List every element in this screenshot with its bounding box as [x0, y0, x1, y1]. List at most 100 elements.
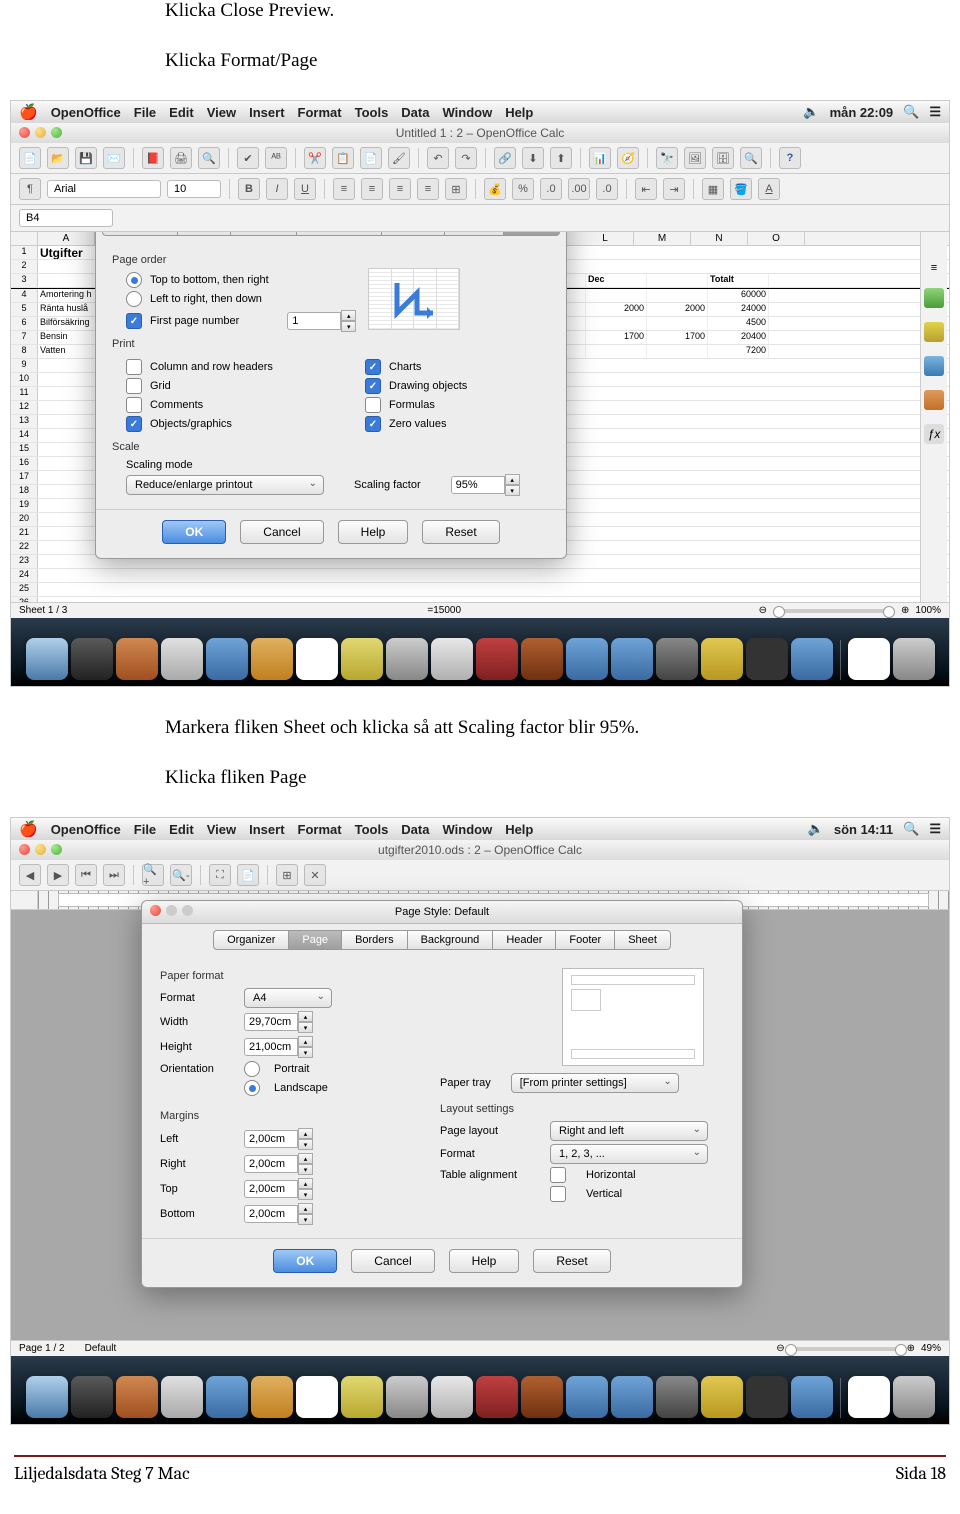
height-spinner[interactable] — [244, 1038, 298, 1056]
styles-icon[interactable]: ¶ — [19, 178, 41, 200]
percent-icon[interactable]: % — [512, 178, 534, 200]
dock-app-icon[interactable] — [161, 1376, 203, 1418]
bgcolor-icon[interactable]: 🪣 — [730, 178, 752, 200]
dock-trash-icon[interactable] — [893, 638, 935, 680]
merge-icon[interactable]: ⊞ — [445, 178, 467, 200]
save-icon[interactable]: 💾 — [75, 147, 97, 169]
width-spinner[interactable] — [244, 1013, 298, 1031]
page-layout-combo[interactable]: Right and left — [550, 1121, 708, 1141]
close-icon[interactable] — [19, 127, 30, 138]
dock-notes-icon[interactable] — [341, 638, 383, 680]
dock-app-icon[interactable] — [701, 1376, 743, 1418]
sort-asc-icon[interactable]: ⬇ — [522, 147, 544, 169]
spellcheck-icon[interactable]: ✔ — [237, 147, 259, 169]
tab-page[interactable]: Page — [177, 232, 230, 236]
dock-trash-icon[interactable] — [893, 1376, 935, 1418]
col-header[interactable]: A — [38, 232, 95, 245]
menu-file[interactable]: File — [134, 822, 156, 837]
tab-organizer[interactable]: Organizer — [102, 232, 177, 236]
sort-desc-icon[interactable]: ⬆ — [550, 147, 572, 169]
menu-window[interactable]: Window — [442, 105, 492, 120]
volume-icon[interactable]: 🔈 — [803, 104, 819, 120]
pdf-icon[interactable]: 📕 — [142, 147, 164, 169]
dock-app-icon[interactable] — [116, 638, 158, 680]
menu-insert[interactable]: Insert — [249, 822, 284, 837]
apple-icon[interactable]: 🍎 — [19, 820, 38, 838]
new-icon[interactable]: 📄 — [19, 147, 41, 169]
check-grid[interactable] — [126, 378, 142, 394]
dock-preview-icon[interactable] — [386, 638, 428, 680]
autospell-icon[interactable]: ᴬᴮ — [265, 147, 287, 169]
margin-top-spinner[interactable] — [244, 1180, 298, 1198]
tab-page[interactable]: Page — [288, 930, 341, 950]
tab-sheet[interactable]: Sheet — [503, 232, 560, 236]
datasources-icon[interactable]: 🗄 — [712, 147, 734, 169]
radio-left-to-right[interactable] — [126, 291, 142, 307]
menu-file[interactable]: File — [134, 105, 156, 120]
dock-app-icon[interactable] — [521, 1376, 563, 1418]
align-justify-icon[interactable]: ≡ — [417, 178, 439, 200]
mail-icon[interactable]: ✉️ — [103, 147, 125, 169]
help-button[interactable]: Help — [338, 520, 409, 544]
hyperlink-icon[interactable]: 🔗 — [494, 147, 516, 169]
dock-preferences-icon[interactable] — [656, 638, 698, 680]
dock-appstore-icon[interactable] — [611, 638, 653, 680]
del-decimal-icon[interactable]: .0 — [596, 178, 618, 200]
chart-icon[interactable]: 📊 — [589, 147, 611, 169]
menu-extra-icon[interactable]: ☰ — [929, 821, 941, 837]
col-header[interactable]: O — [748, 232, 805, 245]
zoom-icon[interactable] — [51, 844, 62, 855]
undo-icon[interactable]: ↶ — [427, 147, 449, 169]
check-formulas[interactable] — [365, 397, 381, 413]
sidebar-functions-icon[interactable]: ƒx — [924, 424, 944, 444]
dock-contacts-icon[interactable] — [251, 1376, 293, 1418]
dock-photobooth-icon[interactable] — [476, 638, 518, 680]
fontcolor-icon[interactable]: A — [758, 178, 780, 200]
dock-finder-icon[interactable] — [26, 638, 68, 680]
dock-terminal-icon[interactable] — [746, 1376, 788, 1418]
dock-safari-icon[interactable] — [206, 638, 248, 680]
ok-button[interactable]: OK — [162, 520, 226, 544]
dock-openoffice-icon[interactable] — [791, 638, 833, 680]
scaling-factor-spinner[interactable] — [451, 476, 505, 494]
margin-right-spinner[interactable] — [244, 1155, 298, 1173]
close-icon[interactable] — [150, 905, 161, 916]
sidebar-styles-icon[interactable] — [924, 322, 944, 342]
check-horizontal[interactable] — [550, 1167, 566, 1183]
cancel-button[interactable]: Cancel — [240, 520, 323, 544]
tab-footer[interactable]: Footer — [555, 930, 614, 950]
col-header[interactable]: L — [577, 232, 634, 245]
sidebar-gallery-icon[interactable] — [924, 356, 944, 376]
zoom-slider[interactable] — [779, 609, 889, 613]
check-charts[interactable] — [365, 359, 381, 375]
help-icon[interactable]: ? — [779, 147, 801, 169]
reset-button[interactable]: Reset — [533, 1249, 610, 1273]
check-objects[interactable] — [126, 416, 142, 432]
preview-icon[interactable]: 🔍 — [198, 147, 220, 169]
dock-photobooth-icon[interactable] — [476, 1376, 518, 1418]
check-zero[interactable] — [365, 416, 381, 432]
tab-background[interactable]: Background — [296, 232, 382, 236]
dock-contacts-icon[interactable] — [251, 638, 293, 680]
dock-app-icon[interactable] — [161, 638, 203, 680]
check-col-row-headers[interactable] — [126, 359, 142, 375]
align-right-icon[interactable]: ≡ — [389, 178, 411, 200]
margin-left-spinner[interactable] — [244, 1130, 298, 1148]
menu-help[interactable]: Help — [505, 105, 533, 120]
ok-button[interactable]: OK — [273, 1249, 337, 1273]
navigator-icon[interactable]: 🧭 — [617, 147, 639, 169]
radio-landscape[interactable] — [244, 1080, 260, 1096]
check-first-page[interactable] — [126, 313, 142, 329]
scaling-mode-combo[interactable]: Reduce/enlarge printout — [126, 475, 324, 495]
dock-app-icon[interactable] — [521, 638, 563, 680]
minimize-icon[interactable] — [35, 844, 46, 855]
format-page-icon[interactable]: 📄 — [237, 864, 259, 886]
borders-icon[interactable]: ▦ — [702, 178, 724, 200]
menu-help[interactable]: Help — [505, 822, 533, 837]
tab-organizer[interactable]: Organizer — [213, 930, 288, 950]
cell-reference[interactable]: B4 — [19, 209, 113, 227]
dock-downloads-icon[interactable] — [848, 1376, 890, 1418]
radio-top-to-bottom[interactable] — [126, 272, 142, 288]
tab-borders[interactable]: Borders — [230, 232, 296, 236]
zoom-slider[interactable] — [791, 1347, 901, 1351]
